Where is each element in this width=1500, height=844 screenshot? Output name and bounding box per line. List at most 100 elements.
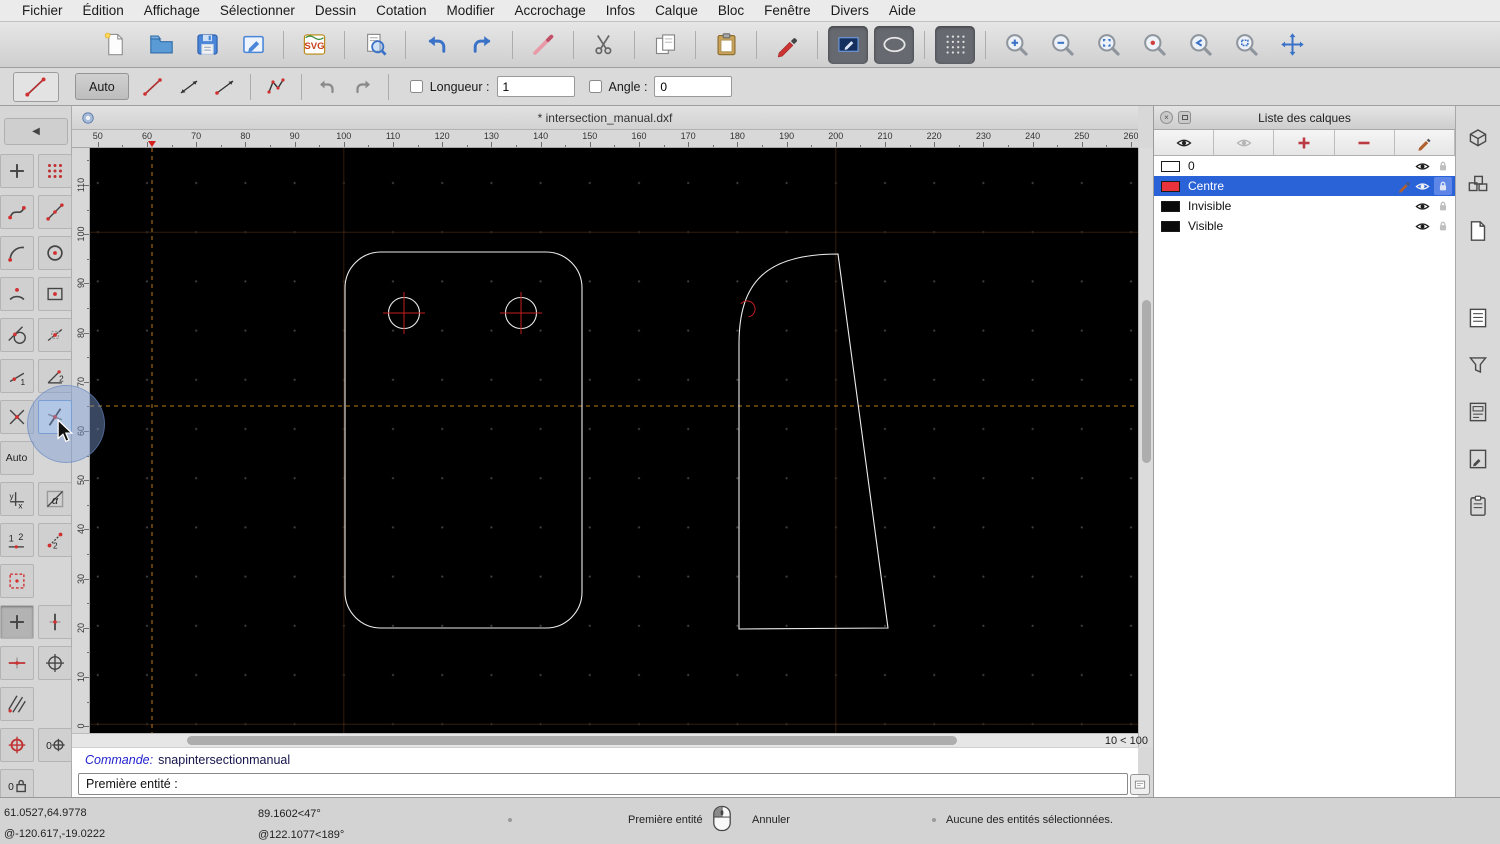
dock-clipboard-button[interactable] [1461,489,1495,523]
export-svg-button[interactable]: SVG [294,26,334,64]
line-horizontal-button[interactable] [207,73,243,101]
horizontal-scrollbar[interactable] [72,733,1138,747]
paste-button[interactable] [706,26,746,64]
snap-tangent[interactable] [0,318,34,352]
menu-accrochage[interactable]: Accrochage [504,3,595,18]
zoom-original-button[interactable] [1134,26,1174,64]
undo-segment-button[interactable] [309,73,345,101]
snap-auto[interactable]: Auto [0,441,34,475]
layer-row-centre[interactable]: Centre [1154,176,1455,196]
restrict-horizontal[interactable] [0,646,34,680]
cut-button[interactable] [584,26,624,64]
dock-block-list-button[interactable] [1461,167,1495,201]
dock-library-browser-button[interactable] [1461,120,1495,154]
select-window[interactable] [0,564,34,598]
angle-input[interactable] [654,76,733,97]
dock-new-sheet-button[interactable] [1461,214,1495,248]
snap-free[interactable] [0,154,34,188]
restrict-vertical[interactable] [37,605,72,639]
redo-segment-button[interactable] [345,73,381,101]
snap-on-entity[interactable] [37,195,72,229]
command-history-button[interactable] [1130,774,1150,795]
menu-divers[interactable]: Divers [821,3,879,18]
layer-visibility-icon[interactable] [1413,179,1432,194]
menu-infos[interactable]: Infos [596,3,645,18]
ellipse-mode-button[interactable] [874,25,914,64]
layer-lock-icon[interactable] [1434,197,1452,215]
layer-visibility-icon[interactable] [1413,159,1432,174]
relative-coordinates-yx[interactable]: yx [0,482,34,516]
new-document-button[interactable] [95,26,135,64]
dock-command-history-button[interactable] [1461,442,1495,476]
dock-entity-filter-button[interactable] [1461,348,1495,382]
menu-selectionner[interactable]: Sélectionner [210,3,305,18]
redo-button[interactable] [462,26,502,64]
layer-row-visible[interactable]: Visible [1154,216,1455,236]
add-layer-button[interactable] [1274,130,1335,155]
dock-layer-list-button[interactable] [1461,301,1495,335]
menu-fichier[interactable]: Fichier [12,3,73,18]
hatch-tool[interactable] [0,687,34,721]
menu-modifier[interactable]: Modifier [436,3,504,18]
snap-intersection-manual[interactable] [37,400,72,434]
restrict-orthogonal[interactable] [37,646,72,680]
snap-entity-point[interactable] [37,318,72,352]
panel-close-button[interactable]: × [1160,111,1173,124]
line-angle-button[interactable] [171,73,207,101]
snap-grid[interactable] [37,154,72,188]
panel-float-button[interactable] [1178,111,1191,124]
vertical-scrollbar[interactable] [1138,148,1153,747]
menu-calque[interactable]: Calque [645,3,708,18]
command-input[interactable]: Première entité : [78,772,1128,795]
current-tool-indicator[interactable] [13,71,59,102]
layer-visibility-icon[interactable] [1413,219,1432,234]
snap-endpoint[interactable] [0,195,34,229]
layer-lock-icon[interactable] [1434,177,1452,195]
toggle-construction-layers-button[interactable] [1214,130,1275,155]
drawing-preferences-button[interactable] [233,26,273,64]
delete-entities-button[interactable] [523,26,563,64]
open-document-button[interactable] [141,26,181,64]
menu-aide[interactable]: Aide [879,3,926,18]
palette-collapse-button[interactable]: ◀ [4,118,68,145]
menu-bloc[interactable]: Bloc [708,3,754,18]
menu-edition[interactable]: Édition [73,3,134,18]
auto-snap-dropdown[interactable]: Auto [75,73,129,100]
zoom-previous-button[interactable] [1180,26,1220,64]
restrict-nothing[interactable] [0,605,34,639]
copy-button[interactable] [645,26,685,64]
layer-lock-icon[interactable] [1434,157,1452,175]
snap-intersection[interactable] [0,400,34,434]
undo-button[interactable] [416,26,456,64]
layer-edit-pencil-icon[interactable] [1394,179,1413,193]
zoom-window-button[interactable] [1226,26,1266,64]
menu-dessin[interactable]: Dessin [305,3,366,18]
save-document-button[interactable] [187,26,227,64]
menu-affichage[interactable]: Affichage [134,3,210,18]
edit-layer-button[interactable] [1394,130,1455,155]
snap-center[interactable] [0,236,34,270]
menu-fenetre[interactable]: Fenêtre [754,3,821,18]
snap-middle[interactable] [0,277,34,311]
layer-row-0[interactable]: 0 [1154,156,1455,176]
dock-quick-info-button[interactable] [1461,395,1495,429]
snap-distance[interactable]: 1 [0,359,34,393]
line-two-points-button[interactable] [135,73,171,101]
angle-checkbox[interactable] [588,80,602,93]
set-relative-zero[interactable] [0,728,34,762]
horizontal-scrollbar-thumb[interactable] [187,736,957,745]
length-input[interactable] [496,76,575,97]
zoom-in-button[interactable] [996,26,1036,64]
draw-pen-button[interactable] [767,26,807,64]
grid-toggle-button[interactable] [935,25,975,64]
draft-mode-button[interactable] [828,25,868,64]
polyline-button[interactable] [258,73,294,101]
angle-snap-alpha[interactable]: α [37,482,72,516]
menu-cotation[interactable]: Cotation [366,3,436,18]
zoom-out-button[interactable] [1042,26,1082,64]
zoom-pan-button[interactable] [1272,26,1312,64]
layer-row-invisible[interactable]: Invisible [1154,196,1455,216]
zoom-auto-button[interactable] [1088,26,1128,64]
snap-relative-zero[interactable]: 0 [37,728,72,762]
vertical-scrollbar-thumb[interactable] [1142,300,1151,463]
